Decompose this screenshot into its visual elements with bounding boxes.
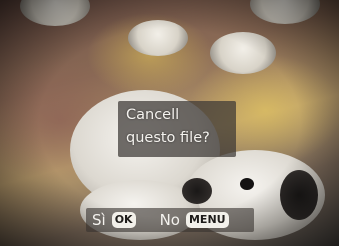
confirm-action-bar: Sì OK No MENU — [86, 208, 254, 232]
camera-screen: Cancell questo file? Sì OK No MENU — [0, 0, 339, 246]
dialog-line-1: Cancell — [126, 107, 180, 123]
delete-confirm-dialog: Cancell questo file? — [118, 101, 236, 157]
no-option-label[interactable]: No — [160, 211, 180, 229]
dialog-line-2: questo file? — [126, 130, 210, 146]
menu-key-icon[interactable]: MENU — [185, 212, 229, 228]
yes-option-label[interactable]: Sì — [92, 211, 106, 229]
ok-key-icon[interactable]: OK — [111, 212, 136, 228]
